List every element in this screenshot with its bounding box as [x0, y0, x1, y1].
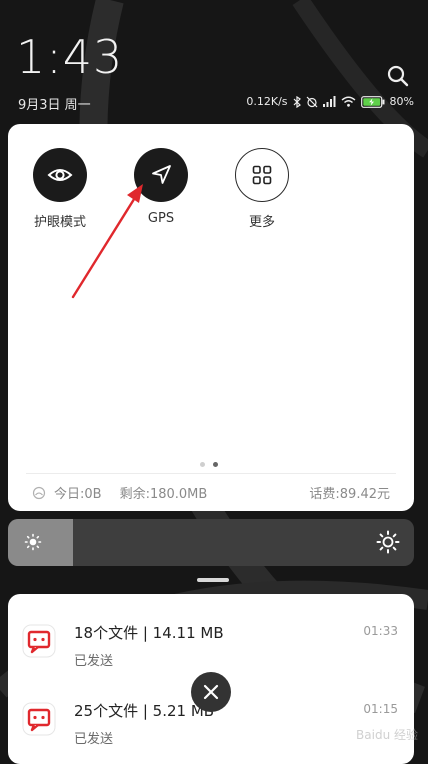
notification-time: 01:33	[363, 624, 398, 638]
status-bar: 0.12K/s 80%	[246, 95, 414, 108]
alarm-off-icon	[306, 96, 317, 107]
wifi-icon	[341, 96, 355, 107]
data-today: 今日:0B	[54, 487, 102, 502]
close-icon	[203, 684, 219, 700]
tile-gps-label: GPS	[147, 211, 175, 226]
file-transfer-icon	[22, 624, 56, 658]
notification-title: 25个文件 | 5.21 MB	[74, 702, 215, 720]
network-speed: 0.12K/s	[246, 95, 288, 108]
grid-icon	[252, 165, 272, 185]
tile-gps[interactable]: GPS	[133, 148, 189, 230]
clear-notifications-button[interactable]	[191, 672, 231, 712]
tile-more[interactable]: 更多	[234, 148, 290, 230]
location-arrow-icon	[152, 165, 171, 184]
phone-balance: 话费:89.42元	[309, 487, 390, 502]
battery-percent: 80%	[389, 95, 414, 108]
page-indicator	[200, 462, 218, 467]
data-usage-row[interactable]: 今日:0B 剩余:180.0MB 话费:89.42元	[32, 483, 390, 502]
notification-subtitle: 已发送	[74, 654, 114, 669]
bluetooth-icon	[293, 95, 301, 108]
tile-eye-protection-button[interactable]	[33, 148, 87, 202]
tile-eye-protection[interactable]: 护眼模式	[32, 148, 88, 230]
signal-icon	[322, 96, 336, 107]
divider	[26, 473, 396, 474]
tile-more-label: 更多	[248, 215, 275, 230]
tile-more-button[interactable]	[235, 148, 289, 202]
data-remaining: 剩余:180.0MB	[119, 487, 208, 502]
battery-charging-icon	[360, 95, 385, 108]
data-usage-icon	[32, 486, 46, 499]
page-dot-active	[213, 462, 218, 467]
page-dot	[200, 462, 205, 467]
date-label: 9月3日 周一	[18, 98, 91, 113]
clock-time: 1:43	[16, 30, 124, 84]
notification-title: 18个文件 | 14.11 MB	[74, 624, 224, 642]
tile-eye-protection-label: 护眼模式	[33, 215, 86, 230]
brightness-low-icon	[24, 533, 42, 551]
quick-settings-card: 护眼模式 GPS 更多 今日:0B 剩余:180.0MB 话费:89.42元	[8, 124, 414, 511]
search-icon[interactable]	[386, 64, 410, 88]
quick-tiles-row: 护眼模式 GPS 更多	[32, 148, 290, 230]
notification-time: 01:15	[363, 702, 398, 716]
brightness-high-icon	[376, 530, 400, 554]
eye-icon	[47, 169, 73, 181]
notification-subtitle: 已发送	[74, 732, 114, 747]
tile-gps-button[interactable]	[134, 148, 188, 202]
notification-item[interactable]: 18个文件 | 14.11 MB 已发送 01:33	[8, 620, 414, 680]
file-transfer-icon	[22, 702, 56, 736]
brightness-slider[interactable]	[8, 519, 414, 566]
watermark: Baidu 经验	[356, 728, 418, 742]
drag-handle[interactable]	[197, 578, 229, 582]
